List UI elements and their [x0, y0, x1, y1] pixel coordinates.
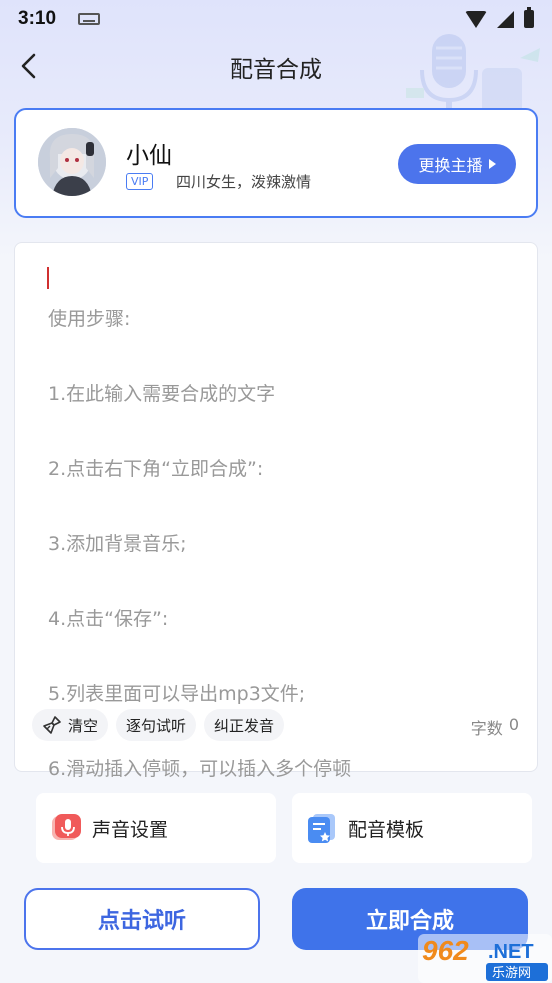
anchor-avatar-image — [38, 128, 106, 196]
editor-toolbar: 清空 逐句试听 纠正发音 — [32, 709, 285, 741]
instruction-line: 4.点击“保存”: — [48, 607, 169, 630]
signal-icon — [497, 10, 514, 28]
sentence-preview-button[interactable]: 逐句试听 — [116, 709, 197, 741]
instruction-line: 6.滑动插入停顿，可以插入多个停顿 — [48, 757, 352, 780]
instruction-line: 3.添加背景音乐; — [48, 532, 187, 555]
dubbing-templates-label: 配音模板 — [348, 818, 425, 841]
correct-pronunciation-button[interactable]: 纠正发音 — [204, 709, 285, 741]
clear-label: 清空 — [68, 716, 99, 735]
word-count-label: 字数 — [470, 719, 503, 738]
watermark-site: 乐游网 — [492, 966, 531, 981]
editor-placeholder[interactable]: 使用步骤: 1.在此输入需要合成的文字 2.点击右下角“立即合成”: 3.添加背… — [48, 263, 518, 826]
instruction-line: 1.在此输入需要合成的文字 — [48, 382, 276, 405]
change-anchor-label: 更换主播 — [418, 156, 483, 175]
dubbing-template-icon — [308, 814, 335, 843]
vip-badge: VIP — [126, 173, 154, 190]
sentence-preview-label: 逐句试听 — [126, 716, 187, 735]
preview-button[interactable]: 点击试听 — [24, 888, 260, 950]
broom-icon — [43, 716, 61, 734]
site-watermark-logo: 962 .NET 乐游网 — [418, 934, 552, 983]
keyboard-icon — [78, 13, 101, 25]
wifi-icon — [465, 10, 487, 28]
preview-label: 点击试听 — [97, 909, 186, 934]
nav-bar: 配音合成 — [0, 38, 552, 94]
instruction-line: 5.列表里面可以导出mp3文件; — [48, 682, 306, 705]
play-triangle-icon — [488, 159, 496, 169]
clear-button[interactable]: 清空 — [32, 709, 109, 741]
dubbing-templates-card[interactable]: 配音模板 — [292, 793, 532, 863]
correct-pronunciation-label: 纠正发音 — [214, 716, 275, 735]
instruction-line: 使用步骤: — [48, 307, 131, 330]
change-anchor-button[interactable]: 更换主播 — [398, 144, 516, 184]
anchor-card: 小仙 VIP 四川女生，泼辣激情 更换主播 — [14, 108, 538, 218]
page-title: 配音合成 — [230, 57, 322, 83]
instruction-line: 2.点击右下角“立即合成”: — [48, 457, 264, 480]
anchor-avatar — [38, 128, 106, 196]
watermark-tld: .NET — [488, 941, 534, 963]
word-count-value: 0 — [508, 715, 519, 734]
anchor-description: 四川女生，泼辣激情 — [176, 173, 312, 191]
watermark-brand: 962 — [422, 935, 469, 966]
status-time: 3:10 — [18, 8, 57, 29]
voice-settings-icon — [52, 814, 81, 840]
voice-settings-card[interactable]: 声音设置 — [36, 793, 276, 863]
text-editor[interactable]: 使用步骤: 1.在此输入需要合成的文字 2.点击右下角“立即合成”: 3.添加背… — [14, 242, 538, 780]
anchor-name: 小仙 — [126, 143, 172, 169]
battery-icon — [524, 7, 534, 28]
status-icons — [465, 7, 534, 28]
voice-settings-label: 声音设置 — [92, 818, 169, 841]
word-count: 字数 0 — [471, 715, 519, 739]
